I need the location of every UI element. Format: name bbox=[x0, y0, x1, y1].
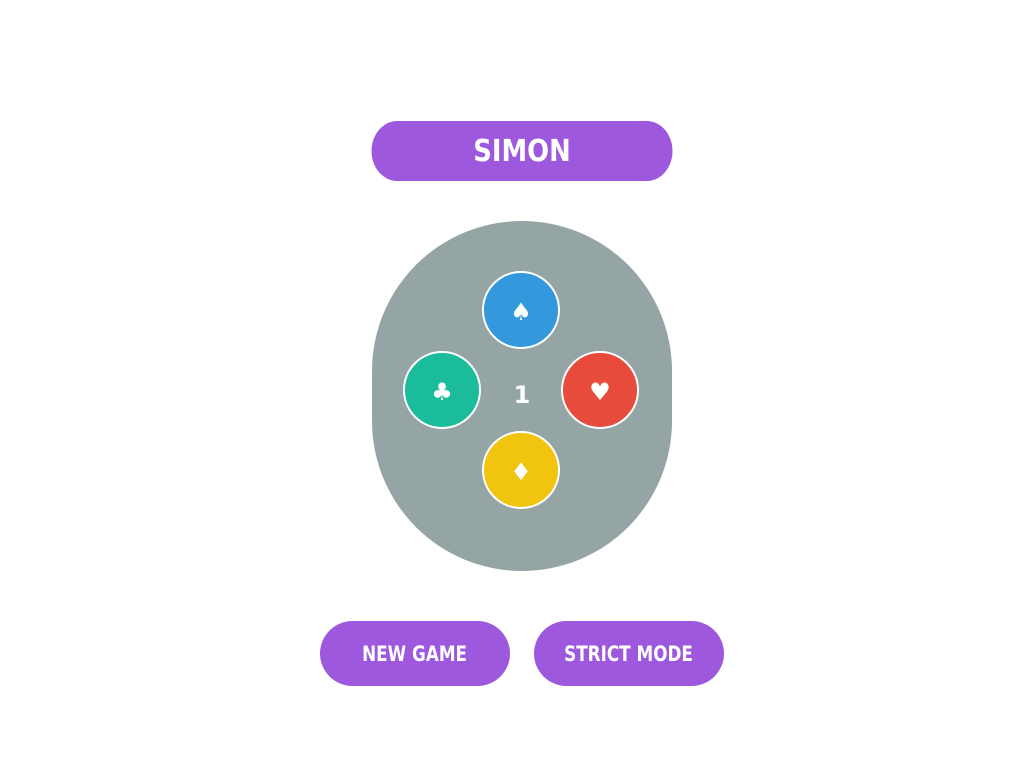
simon-game-page: SIMON ♠ ♣ 1 ♥ ♦ NEW GAME STRICT MODE bbox=[0, 0, 1024, 768]
strict-mode-button[interactable]: STRICT MODE bbox=[534, 621, 724, 686]
game-title: SIMON bbox=[371, 121, 673, 181]
diamond-icon: ♦ bbox=[510, 458, 532, 486]
round-counter: 1 bbox=[513, 381, 531, 409]
spade-icon: ♠ bbox=[510, 298, 532, 326]
new-game-button[interactable]: NEW GAME bbox=[320, 621, 510, 686]
heart-icon: ♥ bbox=[589, 378, 611, 406]
new-game-label: NEW GAME bbox=[362, 641, 468, 666]
heart-button[interactable]: ♥ bbox=[561, 351, 639, 429]
strict-mode-label: STRICT MODE bbox=[564, 641, 694, 666]
club-icon: ♣ bbox=[431, 378, 453, 406]
diamond-button[interactable]: ♦ bbox=[482, 431, 560, 509]
club-button[interactable]: ♣ bbox=[403, 351, 481, 429]
game-board: ♠ ♣ 1 ♥ ♦ bbox=[372, 221, 672, 571]
spade-button[interactable]: ♠ bbox=[482, 271, 560, 349]
game-title-text: SIMON bbox=[473, 133, 571, 169]
